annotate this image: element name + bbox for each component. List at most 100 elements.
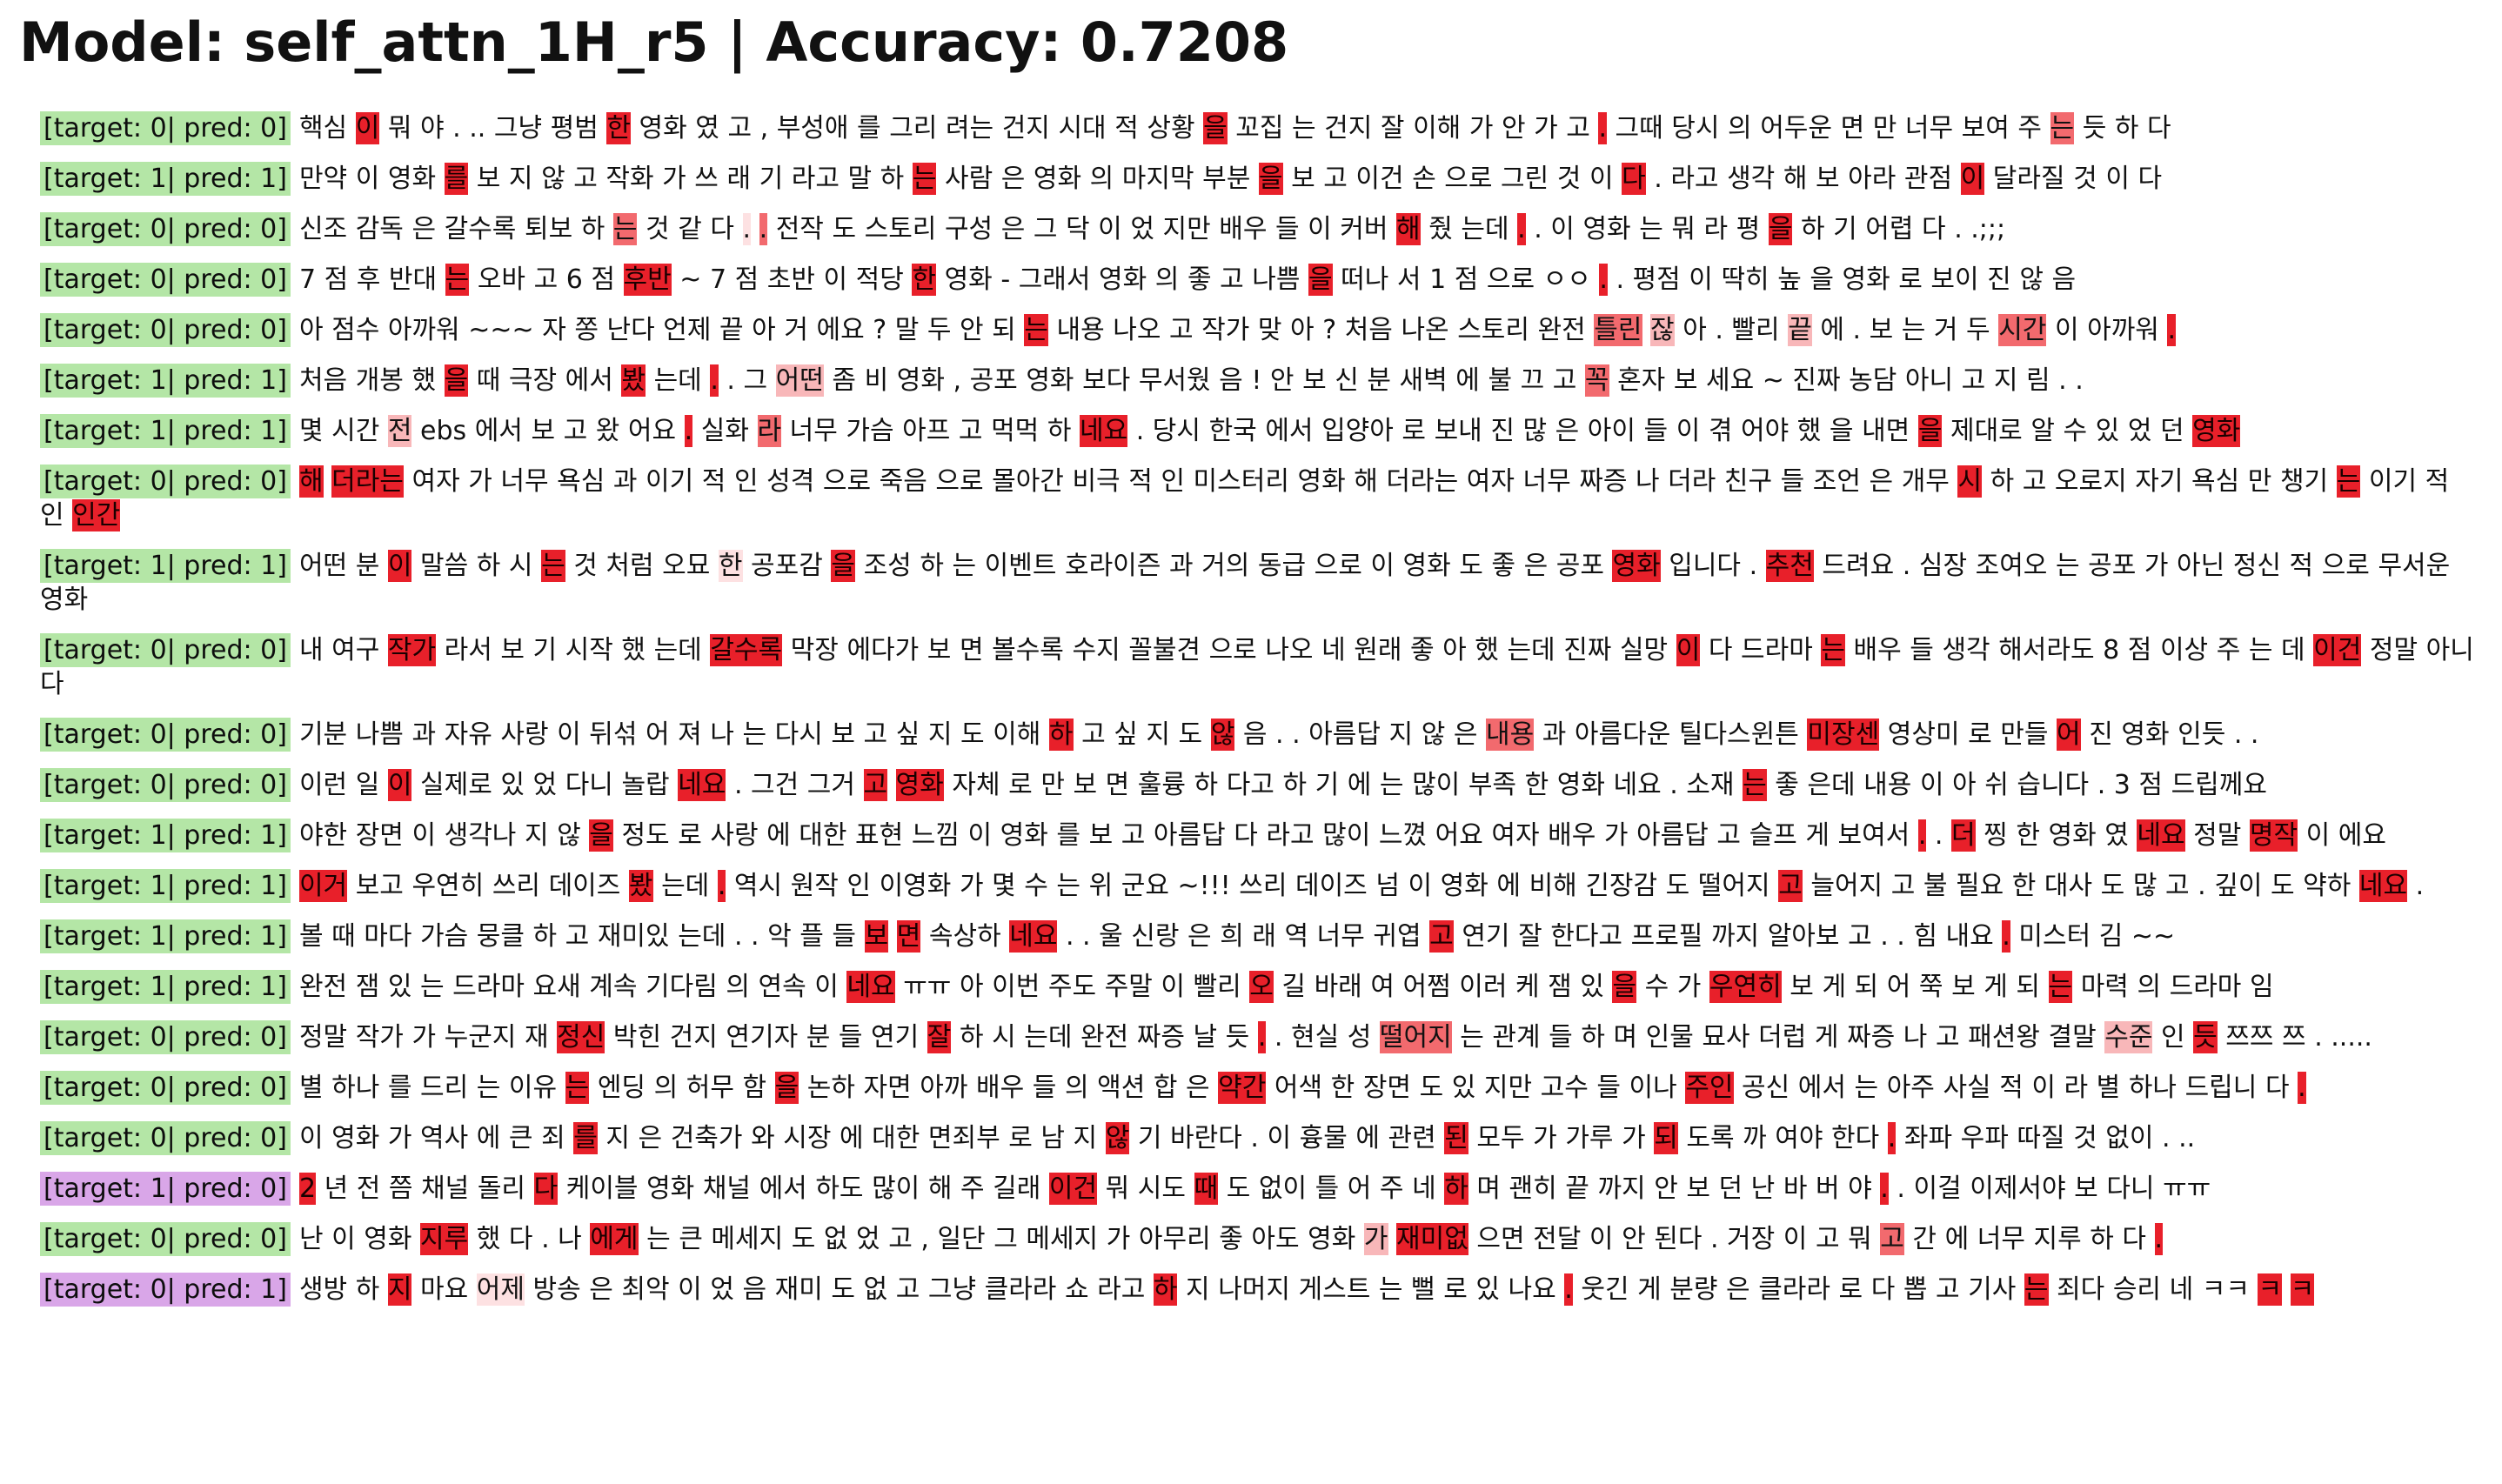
token: 좋 [1187, 264, 1212, 295]
token: 흉물 [1299, 1123, 1348, 1153]
token: 다 [1622, 163, 1646, 195]
token: 비해 [1529, 871, 1577, 901]
token: 생각 [1727, 164, 1776, 194]
token: 다 [533, 1173, 559, 1205]
token: 악 [767, 921, 792, 952]
token: 인 [40, 500, 64, 531]
token: 라서 [444, 635, 492, 665]
token: 이영화 [879, 871, 952, 901]
token: 건지 [1001, 113, 1050, 144]
token: 계속 [589, 972, 638, 1002]
token: 의 [2137, 972, 2162, 1002]
token: 공포 [2088, 551, 2137, 581]
token: 보 [1302, 365, 1327, 396]
token: 으로 [822, 466, 872, 497]
token: 아니 [1904, 365, 1954, 396]
token: 는 [1024, 314, 1048, 346]
token: . 보 [1852, 315, 1894, 345]
token: . 이걸 [1897, 1173, 1962, 1204]
token: 너무 [1904, 113, 1954, 144]
token: 손 [1412, 164, 1436, 194]
token: 아도 [1251, 1224, 1300, 1254]
token: 이 [678, 1274, 702, 1305]
token: 재 [524, 1022, 549, 1053]
token: ebs [420, 416, 467, 446]
token: 하 [1153, 1273, 1178, 1306]
token: 합 [1153, 1073, 1178, 1103]
token: 그 [1033, 214, 1058, 244]
token: 그냥 [493, 113, 543, 144]
token: 지 [605, 1123, 630, 1153]
token: 가슴 [846, 416, 894, 446]
token: 이 [1960, 163, 1985, 195]
token: 않 [1210, 719, 1235, 751]
token: ㅋㅋ [2201, 1274, 2250, 1305]
token: 면 [959, 635, 984, 665]
token: 가 [1622, 1123, 1646, 1153]
token: 막장 [790, 635, 839, 665]
token: 된 [1444, 1122, 1468, 1154]
token: 처럼 [605, 551, 654, 581]
sample-row: [target: 0| pred: 0] 이런 일 이 실제로 있 었 다니 놀랍… [40, 768, 2476, 802]
token: 듯 [2193, 1021, 2218, 1053]
token: 내요 [1945, 921, 1994, 952]
token: 보고 [355, 871, 404, 901]
token: 기 [759, 164, 784, 194]
token: 자유 [444, 719, 492, 750]
token: 기 [1315, 770, 1340, 800]
token: 공포 [1555, 551, 1604, 581]
token: ㅋ [2258, 1273, 2283, 1306]
token: . . [733, 921, 759, 952]
token: 요새 [532, 972, 581, 1002]
token: 신 [1335, 365, 1359, 396]
token: 꼭 [1584, 364, 1609, 397]
token: 연속 [758, 972, 806, 1002]
token: 채널 [702, 1173, 752, 1204]
token: 했 [621, 635, 646, 665]
token: 는 [420, 972, 445, 1002]
token: 이번 [992, 972, 1040, 1002]
token: 바 [1783, 1173, 1808, 1204]
token: 더럽 [1758, 1022, 1807, 1053]
token: 게스트 [1298, 1274, 1371, 1305]
token: 주 [2017, 113, 2042, 144]
token: 듯 [2082, 113, 2107, 144]
token: 영화 [2121, 719, 2170, 750]
token: 진짜 [1563, 635, 1612, 665]
token: 은 [411, 214, 437, 244]
token: 않 [1421, 719, 1446, 750]
token: 죽음 [879, 466, 927, 497]
token: 안 [1501, 113, 1526, 144]
token: 때 [476, 365, 501, 396]
token: 볼 [298, 921, 324, 952]
token: 호라이즌 [1064, 551, 1161, 581]
token: 영화 [639, 113, 687, 144]
token: 들 [838, 1022, 863, 1053]
token: 건지 [669, 1022, 718, 1053]
token: 고 [1323, 164, 1348, 194]
token: 오묘 [662, 551, 711, 581]
token: 고 [573, 164, 598, 194]
token: 만약 [298, 164, 348, 194]
token: 틀 [1315, 1173, 1340, 1204]
token: 들 [1780, 466, 1805, 497]
token: 하도 [815, 1173, 864, 1204]
token: 보이 [1930, 264, 1979, 295]
token: 주 [1379, 1173, 1404, 1204]
token: 네요 [678, 769, 726, 801]
token: 시 [1957, 465, 1983, 498]
token: 가슴 [420, 921, 469, 952]
token: 는 [612, 213, 638, 245]
token: 사람 [944, 164, 993, 194]
token: 7 [298, 264, 317, 295]
token: . .;;; [1954, 214, 2006, 244]
token: 아름다운 [1574, 719, 1671, 750]
token: 가 [1533, 1123, 1557, 1153]
token: 보 [476, 164, 501, 194]
token: 아 [1442, 635, 1467, 665]
token: 분 [355, 551, 380, 581]
token: 무서웠 [1138, 365, 1211, 396]
token: 내용 [1486, 719, 1535, 751]
token: 나 [710, 719, 734, 750]
token: 떨어지 [1697, 871, 1770, 901]
